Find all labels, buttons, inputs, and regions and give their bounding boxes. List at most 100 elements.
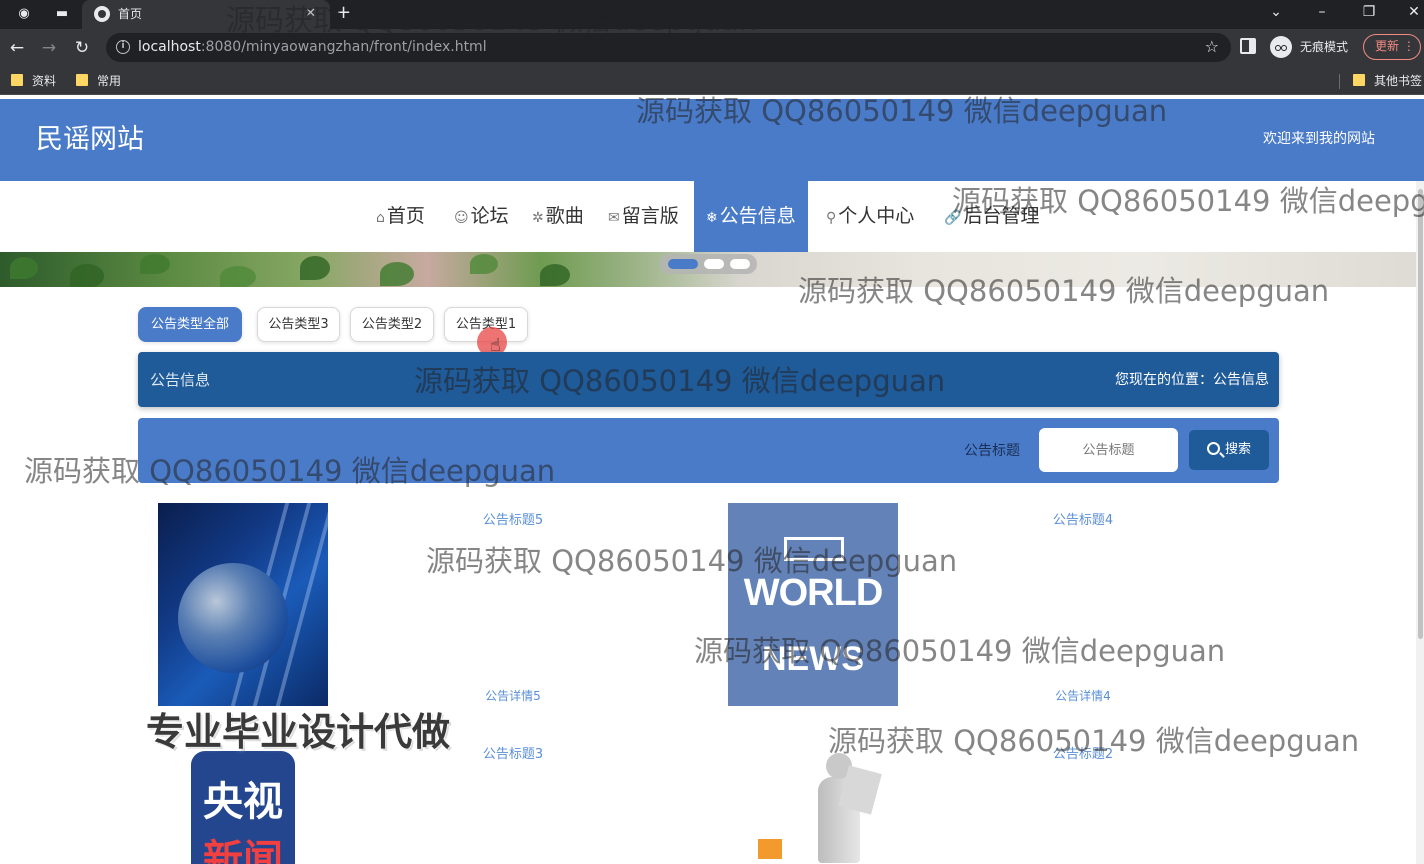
bookmark-label: 常用 [97,74,122,88]
envelope-icon: ✉ [608,210,620,226]
menu-item-label: 歌曲 [545,205,584,227]
banner-leaf [140,254,170,274]
banner-leaf [70,264,104,287]
image-shape [758,839,782,859]
folder-icon [76,74,88,86]
incognito-icon [1270,36,1292,58]
star-icon[interactable]: ☆ [1205,37,1219,57]
address-bar[interactable]: i localhost:8080/minyaowangzhan/front/in… [106,33,1231,62]
banner-carousel[interactable] [0,252,1424,287]
news-title-3[interactable]: 公告标题3 [428,746,598,764]
close-icon[interactable]: ✕ [305,5,316,23]
tab-search-icon[interactable]: ▬ [52,4,72,24]
url-text: localhost:8080/minyaowangzhan/front/inde… [138,39,487,56]
news-image-4[interactable]: WORLD NEWS [728,503,898,706]
breadcrumb-current[interactable]: 公告信息 [1213,372,1269,388]
search-icon [1206,442,1220,455]
carousel-dot[interactable] [668,259,698,269]
menu-item-label: 后台管理 [963,205,1040,227]
minimize-icon[interactable]: – [1308,2,1336,22]
site-logo[interactable]: 民谣网站 [36,124,144,156]
menu-item-forum[interactable]: ☺ 论坛 [452,181,511,252]
carousel-dot[interactable] [730,259,750,269]
news-detail-4: 公告详情4 [1055,689,1111,703]
menu-item-profile[interactable]: ⚲ 个人中心 [824,181,916,252]
filter-type-2[interactable]: 公告类型2 [350,307,434,342]
menu-item-home[interactable]: ⌂ 首页 [374,181,427,252]
bookmark-label: 其他书签 [1374,74,1423,88]
back-icon[interactable]: ← [6,37,28,59]
menu-item-label: 个人中心 [838,205,915,227]
news-image-2[interactable] [728,751,898,864]
url-host: localhost [138,39,201,55]
forum-icon: ☺ [454,210,469,226]
news-image-5[interactable] [158,503,328,706]
update-button[interactable]: 更新 ⋮ [1363,34,1421,60]
menu-item-guestbook[interactable]: ✉ 留言版 [606,181,681,252]
sidepanel-icon[interactable] [1240,38,1256,54]
music-icon: ✲ [532,210,544,226]
banner-leaf [220,266,256,287]
forward-icon[interactable]: → [38,37,60,59]
browser-tabbar: ◉ ▬ 首页 ✕ + ⌄ – ❐ ✕ [0,0,1424,29]
image-text-cctv: 央视 [203,779,283,825]
folder-icon [1353,74,1365,86]
scrollbar-thumb[interactable] [1418,189,1423,639]
browser-tab-active[interactable]: 首页 ✕ [82,0,330,29]
menu-item-announcements[interactable]: ❄ 公告信息 [694,181,808,252]
info-icon[interactable]: i [116,40,130,54]
bookmarks-bar: 资料 常用 其他书签 [0,66,1424,95]
news-image-3[interactable]: 央视 新闻 [158,751,328,864]
banner-leaf [300,256,330,280]
new-tab-icon[interactable]: + [336,2,351,24]
bookmark-label: 资料 [32,74,57,88]
site-header: 民谣网站 欢迎来到我的网站 [0,99,1424,181]
snowflake-icon: ❄ [706,210,718,226]
menu-item-label: 公告信息 [719,205,796,227]
breadcrumb-prefix: 您现在的位置： [1115,372,1213,388]
chevron-down-icon[interactable]: ⌄ [1262,2,1290,22]
bookmark-folder-other[interactable]: 其他书签 [1353,72,1422,90]
carousel-dot[interactable] [704,259,724,269]
banner-leaf [10,257,38,279]
home-icon: ⌂ [376,210,385,226]
section-title: 公告信息 [150,371,211,389]
filter-type-3[interactable]: 公告类型3 [257,307,340,342]
image-text-world: WORLD [743,572,884,614]
watermark-big: 专业毕业设计代做 [146,710,451,754]
breadcrumb: 您现在的位置：公告信息 [1115,370,1269,390]
globe-graphic [178,563,288,673]
menu-item-label: 论坛 [470,205,509,227]
filter-all[interactable]: 公告类型全部 [138,307,242,342]
menu-item-label: 留言版 [621,205,679,227]
folder-icon [11,74,23,86]
main-menu: ⌂ 首页 ☺ 论坛 ✲ 歌曲 ✉ 留言版 ❄ 公告信息 ⚲ 个人中心 🔗 后台管理 [0,181,1424,252]
url-path: :8080/minyaowangzhan/front/index.html [200,39,487,55]
globe-icon [94,6,110,22]
browser-menu-icon[interactable]: ◉ [14,4,34,24]
reload-icon[interactable]: ↻ [71,37,93,59]
update-label: 更新 [1375,39,1400,53]
image-text-news-cn: 新闻 [203,837,283,864]
window-close-icon[interactable]: ✕ [1400,2,1424,22]
search-input[interactable] [1039,428,1178,472]
bookmark-folder-changyong[interactable]: 常用 [76,72,121,90]
banner-leaf [380,262,414,286]
search-label: 公告标题 [964,443,1020,459]
banner-leaf [540,264,570,286]
news-title-2[interactable]: 公告标题2 [998,746,1168,764]
restore-icon[interactable]: ❐ [1355,2,1383,22]
search-button-label: 搜索 [1224,442,1251,457]
menu-item-admin[interactable]: 🔗 后台管理 [942,181,1041,252]
browser-toolbar: ← → ↻ i localhost:8080/minyaowangzhan/fr… [0,29,1424,66]
news-title-5[interactable]: 公告标题5 [428,512,598,530]
news-title-4[interactable]: 公告标题4 [998,512,1168,530]
news-detail-5: 公告详情5 [485,689,541,703]
menu-item-label: 首页 [386,205,425,227]
user-icon: ⚲ [826,210,837,226]
bookmark-folder-ziliao[interactable]: 资料 [11,72,56,90]
image-frame [784,537,844,561]
menu-item-songs[interactable]: ✲ 歌曲 [530,181,586,252]
welcome-text: 欢迎来到我的网站 [1263,131,1375,147]
search-button[interactable]: 搜索 [1189,430,1269,470]
